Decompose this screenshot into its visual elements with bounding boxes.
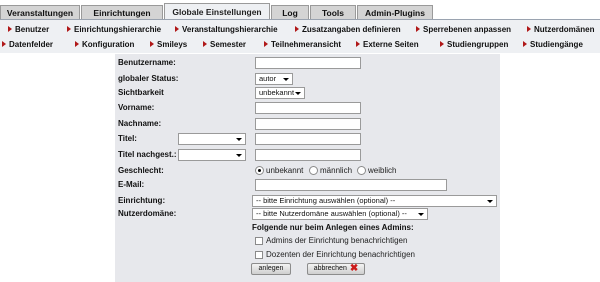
tab-admin-plugins[interactable]: Admin-Plugins xyxy=(357,5,433,19)
title-select[interactable] xyxy=(178,133,246,145)
email-label: E-Mail: xyxy=(118,180,145,189)
firstname-label: Vorname: xyxy=(118,103,155,112)
gender-option-label: weiblich xyxy=(368,166,397,175)
arrow-right-icon xyxy=(523,41,527,47)
visibility-select[interactable]: unbekannt xyxy=(255,87,305,99)
chevron-down-icon xyxy=(283,78,289,81)
nav-item-benutzer[interactable]: Benutzer xyxy=(8,23,49,36)
cancel-button[interactable]: abbrechen ✖ xyxy=(307,263,365,275)
nav-item-studiengruppen[interactable]: Studiengruppen xyxy=(440,38,508,51)
title-after-label: Titel nachgest.: xyxy=(118,150,177,159)
sub-navigation: Benutzer Einrichtungshierarchie Veransta… xyxy=(0,20,600,53)
notify-lecturers-checkbox[interactable] xyxy=(255,251,263,259)
gender-option-label: männlich xyxy=(320,166,353,175)
tab-globale-einstellungen[interactable]: Globale Einstellungen xyxy=(164,3,270,19)
gender-option-label: unbekannt xyxy=(266,166,304,175)
institute-select[interactable]: -- bitte Einrichtung auswählen (optional… xyxy=(252,195,497,207)
global-status-label: globaler Status: xyxy=(118,74,179,83)
arrow-right-icon xyxy=(8,26,12,32)
gender-label: Geschlecht: xyxy=(118,166,164,175)
nav-item-smileys[interactable]: Smileys xyxy=(150,38,187,51)
title-label: Titel: xyxy=(118,134,137,143)
admin-note: Folgende nur beim Anlegen eines Admins: xyxy=(252,223,414,232)
nav-item-teilnehmeransicht[interactable]: Teilnehmeransicht xyxy=(264,38,341,51)
title-after-select[interactable] xyxy=(178,149,246,161)
arrow-right-icon xyxy=(67,26,71,32)
lastname-input[interactable] xyxy=(255,118,361,130)
visibility-label: Sichtbarkeit xyxy=(118,88,164,97)
nav-item-externe-seiten[interactable]: Externe Seiten xyxy=(356,38,419,51)
email-input[interactable] xyxy=(255,179,447,191)
arrow-right-icon xyxy=(75,41,79,47)
chevron-down-icon xyxy=(295,92,301,95)
chevron-down-icon xyxy=(236,138,242,141)
nav-item-zusatzangaben[interactable]: Zusatzangaben definieren xyxy=(295,23,401,36)
username-label: Benutzername: xyxy=(118,58,176,67)
domain-label: Nutzerdomäne: xyxy=(118,209,177,218)
cancel-x-icon: ✖ xyxy=(349,263,359,274)
nav-item-studiengaenge[interactable]: Studiengänge xyxy=(523,38,583,51)
new-user-form: Benutzername: globaler Status: autor Sic… xyxy=(115,54,500,282)
gender-radio-female[interactable] xyxy=(357,166,366,175)
institute-label: Einrichtung: xyxy=(118,196,166,205)
subnav-row-2: Datenfelder Konfiguration Smileys Semest… xyxy=(0,38,600,51)
main-tab-bar: Veranstaltungen Einrichtungen Globale Ei… xyxy=(0,3,600,19)
nav-item-datenfelder[interactable]: Datenfelder xyxy=(2,38,53,51)
arrow-right-icon xyxy=(356,41,360,47)
arrow-right-icon xyxy=(175,26,179,32)
username-input[interactable] xyxy=(255,57,361,69)
nav-item-sperrebenen[interactable]: Sperrebenen anpassen xyxy=(416,23,511,36)
title-input[interactable] xyxy=(255,133,361,145)
subnav-row-1: Benutzer Einrichtungshierarchie Veransta… xyxy=(0,23,600,36)
notify-lecturers-label: Dozenten der Einrichtung benachrichtigen xyxy=(266,250,415,259)
nav-item-konfiguration[interactable]: Konfiguration xyxy=(75,38,134,51)
nav-item-semester[interactable]: Semester xyxy=(203,38,246,51)
arrow-right-icon xyxy=(264,41,268,47)
tab-einrichtungen[interactable]: Einrichtungen xyxy=(81,5,163,19)
gender-radio-unknown[interactable] xyxy=(255,166,264,175)
arrow-right-icon xyxy=(2,41,6,47)
create-button[interactable]: anlegen xyxy=(251,263,291,275)
global-status-select[interactable]: autor xyxy=(255,73,293,85)
chevron-down-icon xyxy=(236,154,242,157)
tab-tools[interactable]: Tools xyxy=(310,5,356,19)
lastname-label: Nachname: xyxy=(118,119,162,128)
chevron-down-icon xyxy=(487,200,493,203)
tab-log[interactable]: Log xyxy=(271,5,309,19)
notify-admins-checkbox[interactable] xyxy=(255,237,263,245)
arrow-right-icon xyxy=(295,26,299,32)
notify-admins-label: Admins der Einrichtung benachrichtigen xyxy=(266,236,408,245)
tab-veranstaltungen[interactable]: Veranstaltungen xyxy=(0,5,80,19)
nav-item-nutzerdomaenen[interactable]: Nutzerdomänen xyxy=(527,23,594,36)
chevron-down-icon xyxy=(418,213,424,216)
arrow-right-icon xyxy=(150,41,154,47)
arrow-right-icon xyxy=(203,41,207,47)
nav-item-veranstaltungshierarchie[interactable]: Veranstaltungshierarchie xyxy=(175,23,278,36)
arrow-right-icon xyxy=(440,41,444,47)
arrow-right-icon xyxy=(416,26,420,32)
title-after-input[interactable] xyxy=(255,149,361,161)
arrow-right-icon xyxy=(527,26,531,32)
domain-select[interactable]: -- bitte Nutzerdomäne auswählen (optiona… xyxy=(252,208,428,220)
gender-radio-male[interactable] xyxy=(309,166,318,175)
firstname-input[interactable] xyxy=(255,102,361,114)
nav-item-einrichtungshierarchie[interactable]: Einrichtungshierarchie xyxy=(67,23,161,36)
